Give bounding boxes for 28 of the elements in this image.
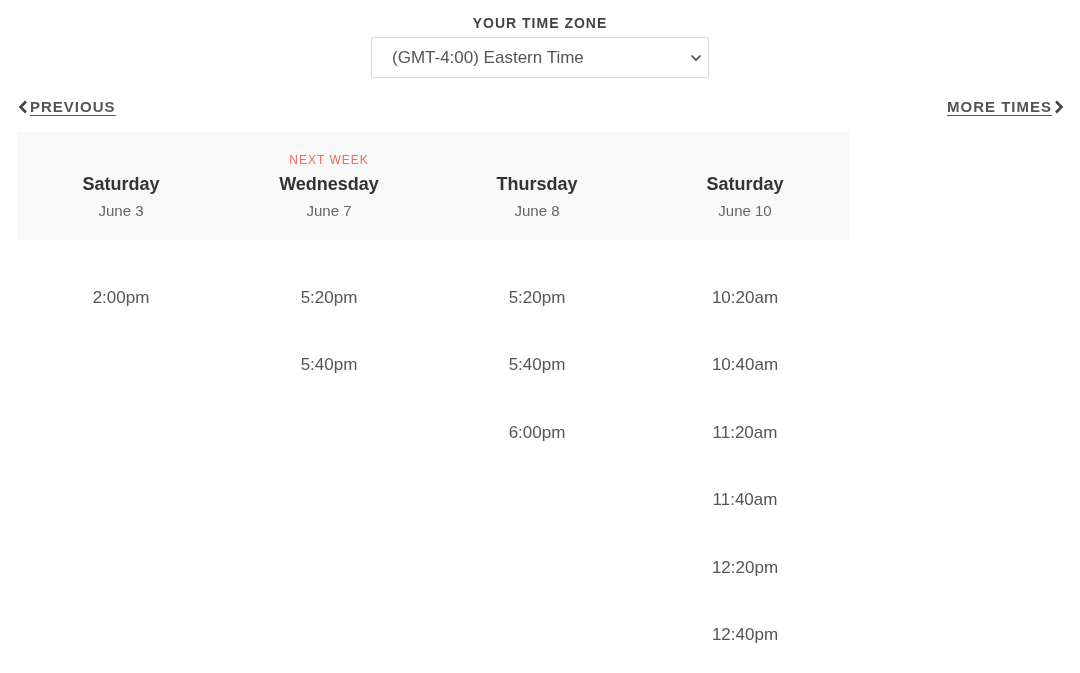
day-name: Saturday [706,173,784,195]
time-slot-link[interactable]: 10:20am [711,286,779,309]
time-slot-link[interactable]: 5:20pm [300,286,358,309]
day-name: Thursday [496,173,578,195]
chevron-right-icon [1054,100,1064,114]
time-slot-link[interactable]: 11:40am [712,489,778,512]
next-week-label: NEXT WEEK [289,152,369,168]
time-slot-link[interactable]: 5:40pm [508,354,566,377]
time-slot-link[interactable]: 11:20am [712,421,778,444]
more-times-link[interactable]: MORE TIMES [947,97,1064,117]
time-slot-link[interactable]: 5:20pm [508,286,566,309]
time-slot-link[interactable]: 10:40am [711,354,779,377]
day-name: Saturday [82,173,160,195]
time-zone-label: YOUR TIME ZONE [472,14,608,33]
time-slot-link[interactable]: 12:20pm [711,556,779,579]
day-name: Wednesday [279,173,379,195]
time-slot-link[interactable]: 2:00pm [92,286,150,309]
day-date: June 10 [718,201,772,221]
time-slot-link[interactable]: 5:40pm [300,354,358,377]
day-date: June 8 [514,201,560,221]
chevron-left-icon [18,100,28,114]
time-slot-link[interactable]: 6:00pm [508,421,566,444]
previous-link[interactable]: PREVIOUS [18,97,116,117]
chevron-down-icon [690,53,702,62]
day-date: June 3 [98,201,144,221]
day-date: June 7 [306,201,352,221]
time-zone-select[interactable]: (GMT-4:00) Eastern Time [371,37,709,78]
time-slot-link[interactable]: 12:40pm [711,624,779,647]
